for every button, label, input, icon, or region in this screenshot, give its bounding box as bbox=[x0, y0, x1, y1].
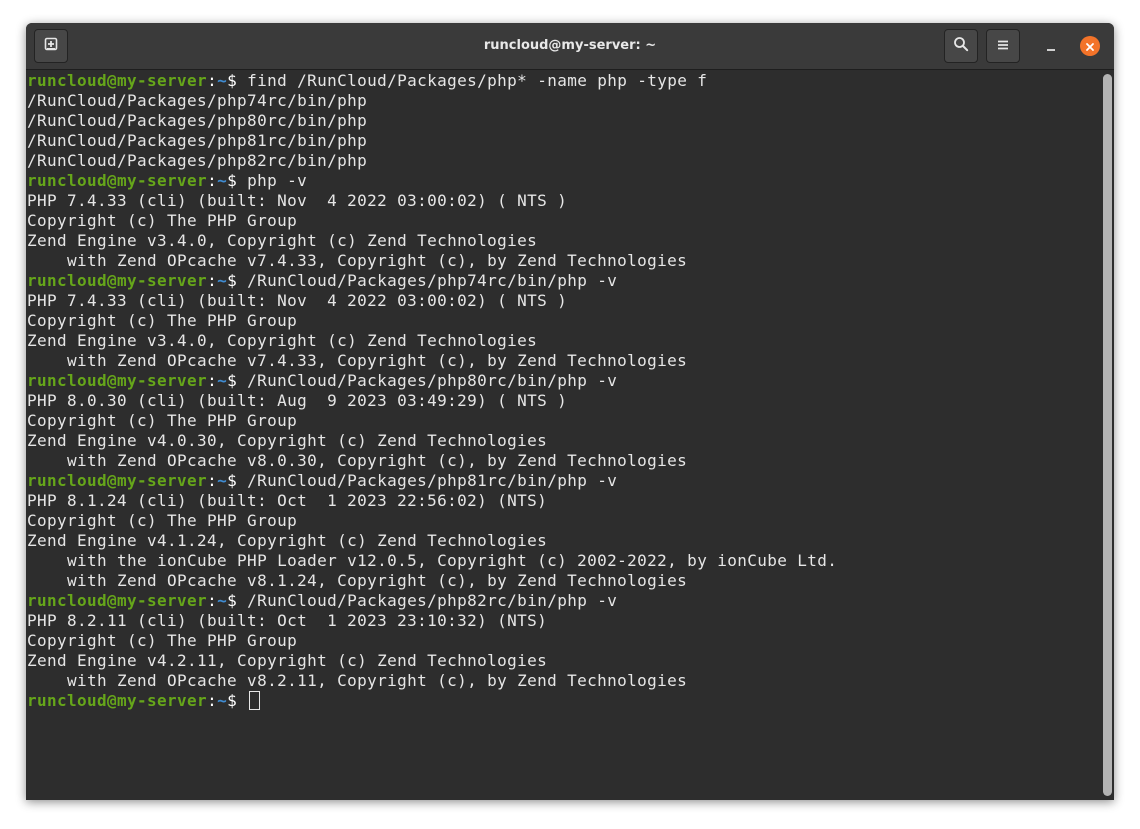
prompt-line: runcloud@my-server:~$ /RunCloud/Packages… bbox=[27, 271, 837, 291]
prompt-line: runcloud@my-server:~$ /RunCloud/Packages… bbox=[27, 371, 837, 391]
output-line: with Zend OPcache v7.4.33, Copyright (c)… bbox=[27, 251, 688, 270]
output-line: with the ionCube PHP Loader v12.0.5, Cop… bbox=[27, 551, 838, 570]
command-text: /RunCloud/Packages/php74rc/bin/php -v bbox=[247, 271, 618, 290]
output-line: PHP 8.2.11 (cli) (built: Oct 1 2023 23:1… bbox=[27, 611, 548, 630]
output-line: PHP 8.0.30 (cli) (built: Aug 9 2023 03:4… bbox=[27, 391, 568, 410]
minimize-button[interactable] bbox=[1040, 36, 1062, 58]
prompt-symbol: $ bbox=[227, 371, 248, 390]
output-line: Zend Engine v3.4.0, Copyright (c) Zend T… bbox=[27, 231, 538, 250]
output-line: Copyright (c) The PHP Group bbox=[27, 311, 298, 330]
prompt-line: runcloud@my-server:~$ php -v bbox=[27, 171, 837, 191]
output-line: Zend Engine v4.1.24, Copyright (c) Zend … bbox=[27, 531, 548, 550]
scrollbar[interactable] bbox=[1101, 70, 1114, 800]
search-icon bbox=[953, 36, 969, 56]
output-line: /RunCloud/Packages/php81rc/bin/php bbox=[27, 131, 368, 150]
prompt-symbol: $ bbox=[227, 71, 248, 90]
output-line: Copyright (c) The PHP Group bbox=[27, 631, 298, 650]
title-bar: runcloud@my-server: ~ bbox=[26, 23, 1114, 70]
prompt-separator: : bbox=[207, 371, 218, 390]
prompt-symbol: $ bbox=[227, 591, 248, 610]
output-line: /RunCloud/Packages/php80rc/bin/php bbox=[27, 111, 368, 130]
prompt-line: runcloud@my-server:~$ /RunCloud/Packages… bbox=[27, 471, 837, 491]
output-line: Zend Engine v4.0.30, Copyright (c) Zend … bbox=[27, 431, 548, 450]
output-line: with Zend OPcache v7.4.33, Copyright (c)… bbox=[27, 351, 688, 370]
new-tab-icon bbox=[43, 36, 59, 56]
prompt-separator: : bbox=[207, 171, 218, 190]
prompt-user: runcloud@my-server bbox=[27, 691, 208, 710]
prompt-user: runcloud@my-server bbox=[27, 591, 208, 610]
close-button[interactable] bbox=[1080, 36, 1100, 56]
terminal-window: runcloud@my-server: ~ runcloud@my-server… bbox=[26, 23, 1114, 800]
output-line: Copyright (c) The PHP Group bbox=[27, 211, 298, 230]
terminal-output[interactable]: runcloud@my-server:~$ find /RunCloud/Pac… bbox=[26, 70, 1100, 800]
minimize-icon bbox=[1045, 38, 1057, 57]
hamburger-menu-icon bbox=[996, 37, 1010, 56]
output-line: Copyright (c) The PHP Group bbox=[27, 411, 298, 430]
prompt-symbol: $ bbox=[227, 691, 248, 710]
prompt-user: runcloud@my-server bbox=[27, 471, 208, 490]
output-line: PHP 7.4.33 (cli) (built: Nov 4 2022 03:0… bbox=[27, 291, 568, 310]
command-text: /RunCloud/Packages/php82rc/bin/php -v bbox=[247, 591, 618, 610]
command-text: /RunCloud/Packages/php81rc/bin/php -v bbox=[247, 471, 618, 490]
close-icon bbox=[1085, 37, 1095, 56]
command-text: find /RunCloud/Packages/php* -name php -… bbox=[247, 71, 708, 90]
output-line: with Zend OPcache v8.0.30, Copyright (c)… bbox=[27, 451, 688, 470]
prompt-user: runcloud@my-server bbox=[27, 271, 208, 290]
output-line: Copyright (c) The PHP Group bbox=[27, 511, 298, 530]
output-line: PHP 7.4.33 (cli) (built: Nov 4 2022 03:0… bbox=[27, 191, 568, 210]
search-button[interactable] bbox=[944, 29, 978, 63]
output-line: with Zend OPcache v8.2.11, Copyright (c)… bbox=[27, 671, 688, 690]
prompt-separator: : bbox=[207, 691, 218, 710]
prompt-separator: : bbox=[207, 471, 218, 490]
prompt-separator: : bbox=[207, 71, 218, 90]
command-text: php -v bbox=[247, 171, 308, 190]
scrollbar-thumb[interactable] bbox=[1103, 74, 1112, 796]
output-line: PHP 8.1.24 (cli) (built: Oct 1 2023 22:5… bbox=[27, 491, 548, 510]
prompt-user: runcloud@my-server bbox=[27, 371, 208, 390]
output-line: /RunCloud/Packages/php74rc/bin/php bbox=[27, 91, 368, 110]
command-text: /RunCloud/Packages/php80rc/bin/php -v bbox=[247, 371, 618, 390]
new-tab-button[interactable] bbox=[34, 29, 68, 63]
prompt-user: runcloud@my-server bbox=[27, 171, 208, 190]
prompt-path: ~ bbox=[217, 371, 228, 390]
prompt-separator: : bbox=[207, 591, 218, 610]
prompt-symbol: $ bbox=[227, 171, 248, 190]
prompt-path: ~ bbox=[217, 471, 228, 490]
prompt-symbol: $ bbox=[227, 271, 248, 290]
prompt-path: ~ bbox=[217, 691, 228, 710]
output-line: /RunCloud/Packages/php82rc/bin/php bbox=[27, 151, 368, 170]
prompt-symbol: $ bbox=[227, 471, 248, 490]
prompt-path: ~ bbox=[217, 71, 228, 90]
prompt-path: ~ bbox=[217, 591, 228, 610]
prompt-path: ~ bbox=[217, 171, 228, 190]
prompt-line: runcloud@my-server:~$ bbox=[27, 691, 837, 711]
prompt-path: ~ bbox=[217, 271, 228, 290]
output-line: Zend Engine v4.2.11, Copyright (c) Zend … bbox=[27, 651, 548, 670]
terminal-lines: runcloud@my-server:~$ find /RunCloud/Pac… bbox=[27, 71, 837, 711]
prompt-separator: : bbox=[207, 271, 218, 290]
text-cursor bbox=[249, 691, 261, 710]
output-line: Zend Engine v3.4.0, Copyright (c) Zend T… bbox=[27, 331, 538, 350]
output-line: with Zend OPcache v8.1.24, Copyright (c)… bbox=[27, 571, 688, 590]
menu-button[interactable] bbox=[986, 29, 1020, 63]
prompt-user: runcloud@my-server bbox=[27, 71, 208, 90]
prompt-line: runcloud@my-server:~$ /RunCloud/Packages… bbox=[27, 591, 837, 611]
prompt-line: runcloud@my-server:~$ find /RunCloud/Pac… bbox=[27, 71, 837, 91]
